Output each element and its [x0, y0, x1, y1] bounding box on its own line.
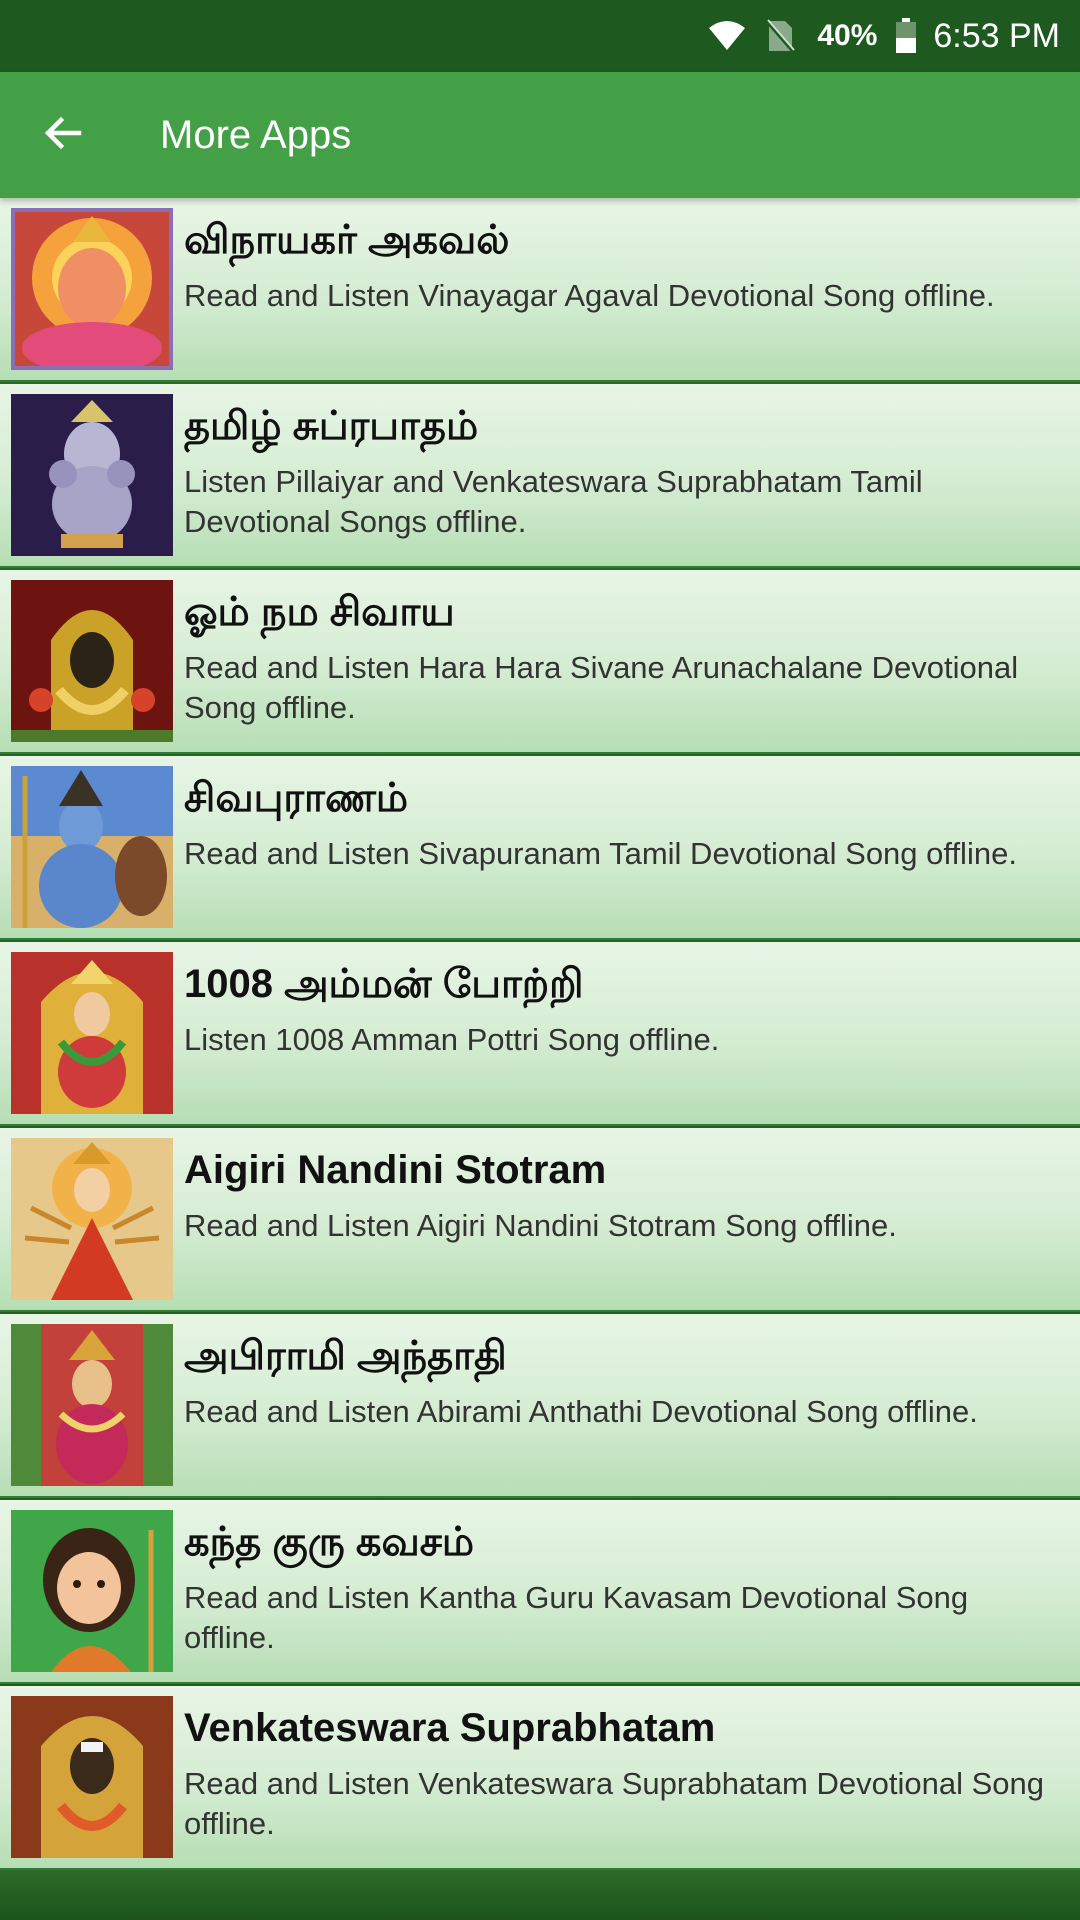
status-bar: 40% 6:53 PM	[0, 0, 1080, 72]
murugan-art	[11, 1510, 173, 1672]
app-list: விநாயகர் அகவல் Read and Listen Vinayagar…	[0, 198, 1080, 1870]
battery-percentage: 40%	[817, 19, 878, 52]
bottom-background	[0, 1870, 1080, 1920]
deity-gold-art	[11, 580, 173, 742]
list-item[interactable]: தமிழ் சுப்ரபாதம் Listen Pillaiyar and Ve…	[0, 384, 1080, 568]
app-title: Venkateswara Suprabhatam	[184, 1706, 716, 1750]
list-item[interactable]: கந்த குரு கவசம் Read and Listen Kantha G…	[0, 1500, 1080, 1684]
app-description: Listen 1008 Amman Pottri Song offline.	[184, 1022, 720, 1057]
arrow-back-icon	[43, 113, 83, 158]
app-description: Read and Listen Vinayagar Agaval Devotio…	[184, 278, 995, 313]
list-item[interactable]: அபிராமி அந்தாதி Read and Listen Abirami …	[0, 1314, 1080, 1498]
shiva-art	[11, 766, 173, 928]
durga-art	[11, 1138, 173, 1300]
app-title: விநாயகர் அகவல்	[184, 218, 510, 262]
battery-icon	[895, 18, 917, 54]
app-description: Read and Listen Abirami Anthathi Devotio…	[184, 1394, 978, 1429]
list-item[interactable]: சிவபுராணம் Read and Listen Sivapuranam T…	[0, 756, 1080, 940]
clock: 6:53 PM	[933, 16, 1060, 55]
abirami-art	[11, 1324, 173, 1486]
app-description: Listen Pillaiyar and Venkateswara Suprab…	[184, 464, 923, 539]
list-item[interactable]: ஓம் நம சிவாய Read and Listen Hara Hara S…	[0, 570, 1080, 754]
list-item[interactable]: விநாயகர் அகவல் Read and Listen Vinayagar…	[0, 198, 1080, 382]
app-title: அபிராமி அந்தாதி	[184, 1334, 507, 1378]
amman-art	[11, 952, 173, 1114]
ganesha-blue-art	[11, 394, 173, 556]
wifi-icon	[707, 20, 747, 52]
app-description: Read and Listen Kantha Guru Kavasam Devo…	[184, 1580, 969, 1655]
venkateswara-art	[11, 1696, 173, 1858]
app-title: தமிழ் சுப்ரபாதம்	[184, 404, 479, 448]
list-item[interactable]: Venkateswara Suprabhatam Read and Listen…	[0, 1686, 1080, 1870]
back-button[interactable]	[18, 90, 108, 180]
app-title: சிவபுராணம்	[184, 776, 409, 820]
app-bar: More Apps	[0, 72, 1080, 198]
page-title: More Apps	[160, 112, 352, 157]
app-title: Aigiri Nandini Stotram	[184, 1148, 607, 1192]
no-sim-icon	[765, 19, 796, 53]
app-title: 1008 அம்மன் போற்றி	[184, 962, 584, 1006]
app-description: Read and Listen Venkateswara Suprabhatam…	[184, 1766, 1044, 1841]
app-description: Read and Listen Sivapuranam Tamil Devoti…	[184, 836, 1017, 871]
list-item[interactable]: 1008 அம்மன் போற்றி Listen 1008 Amman Pot…	[0, 942, 1080, 1126]
ganesha-art	[11, 208, 173, 370]
app-title: கந்த குரு கவசம்	[184, 1520, 475, 1564]
app-description: Read and Listen Hara Hara Sivane Arunach…	[184, 650, 1019, 725]
list-item[interactable]: Aigiri Nandini Stotram Read and Listen A…	[0, 1128, 1080, 1312]
app-title: ஓம் நம சிவாய	[184, 590, 455, 634]
app-description: Read and Listen Aigiri Nandini Stotram S…	[184, 1208, 897, 1243]
